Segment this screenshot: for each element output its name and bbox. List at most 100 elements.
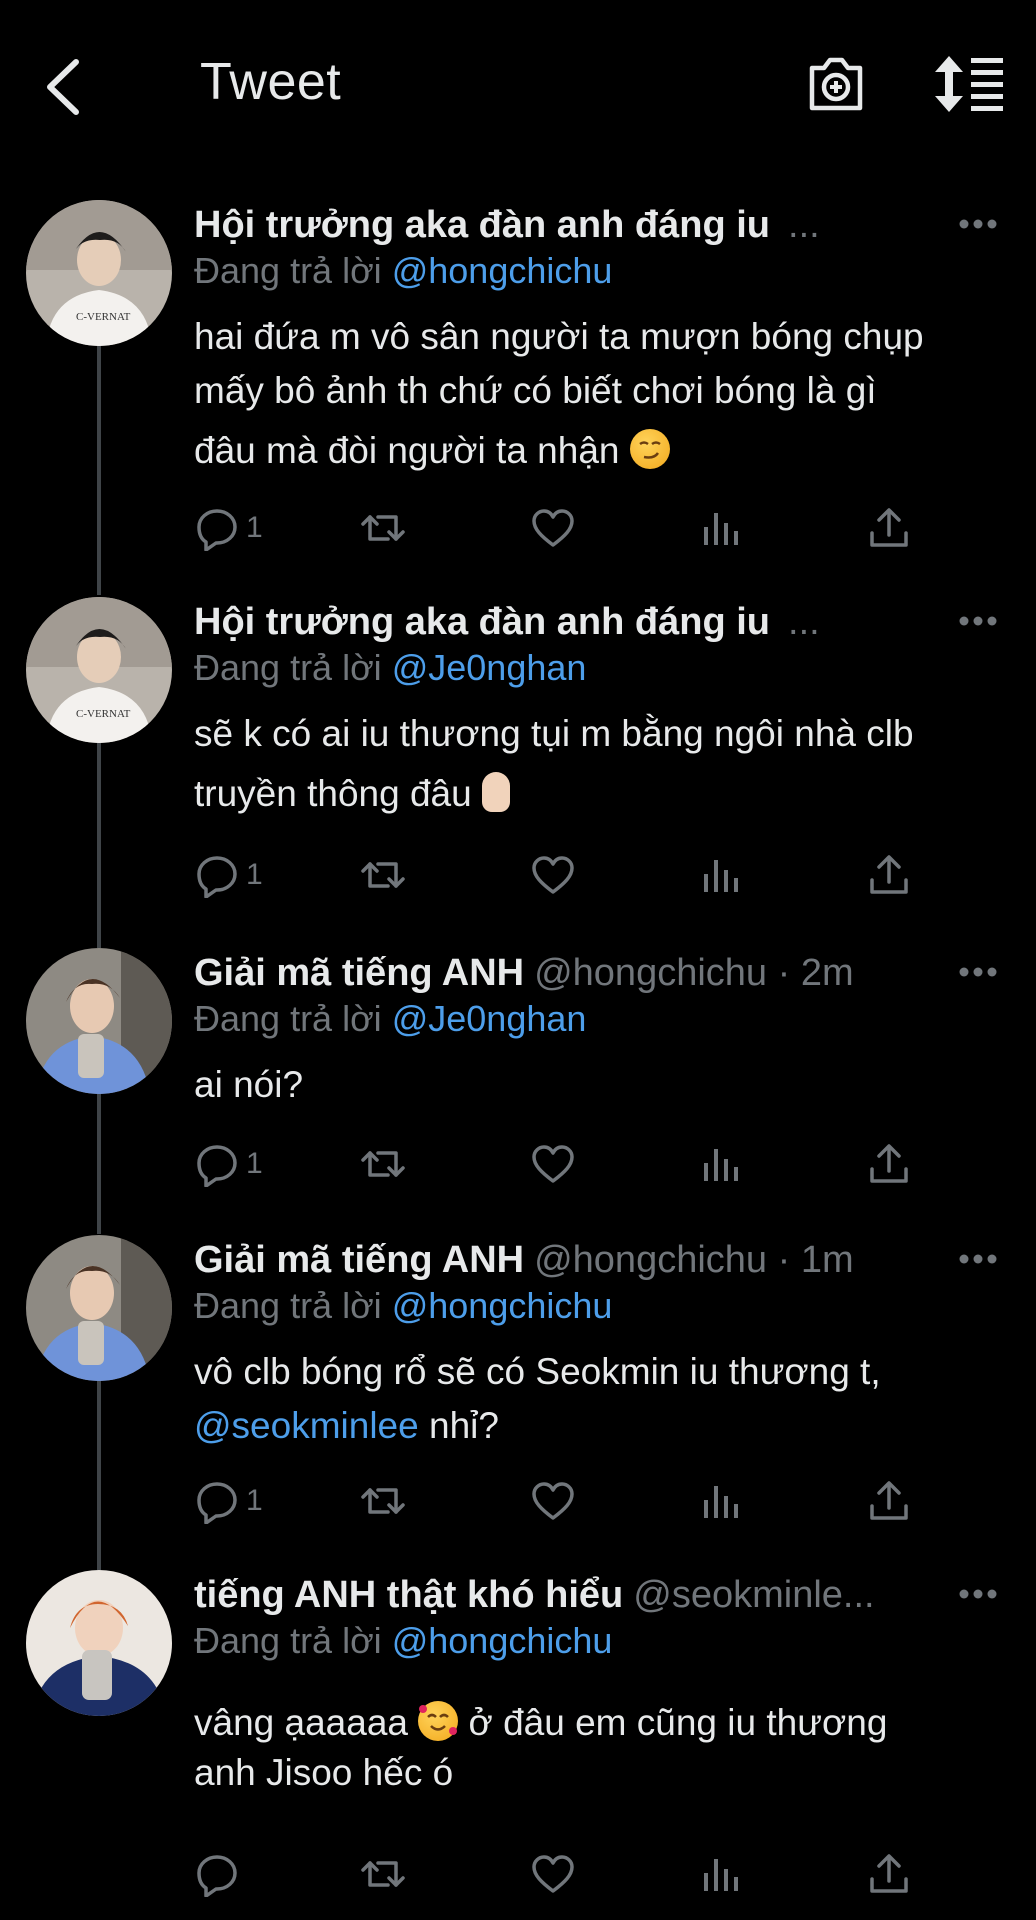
like-icon [532, 1855, 574, 1893]
reply-button[interactable]: 1 [194, 504, 263, 552]
retweet-button[interactable] [360, 1850, 406, 1898]
replying-to: Đang trả lời @Je0nghan [194, 998, 586, 1040]
tweet-text-line: vô clb bóng rổ sẽ có Seokmin iu thương t… [194, 1351, 881, 1392]
tweet-text: hai đứa m vô sân người ta mượn bóng chụp… [194, 310, 994, 478]
more-icon[interactable] [958, 1249, 998, 1269]
truncation-ellipsis: ... [788, 601, 820, 643]
mention-link[interactable]: @hongchichu [392, 1620, 613, 1661]
share-button[interactable] [866, 1477, 912, 1525]
author-name[interactable]: tiếng ANH thật khó hiểu @seokminle... [194, 1570, 875, 1620]
mention-link[interactable]: @hongchichu [392, 1285, 613, 1326]
reply-icon [197, 856, 237, 898]
replying-to: Đang trả lời @Je0nghan [194, 647, 586, 689]
like-icon [532, 1482, 574, 1520]
top-bar: Tweet [0, 0, 1036, 175]
views-button[interactable] [698, 504, 744, 552]
retweet-icon [361, 1861, 405, 1887]
share-icon [870, 855, 908, 894]
like-button[interactable] [530, 1477, 576, 1525]
share-button[interactable] [866, 1140, 912, 1188]
share-icon [870, 1481, 908, 1520]
reply-button[interactable]: 1 [194, 1140, 263, 1188]
replying-to: Đang trả lời @hongchichu [194, 1285, 612, 1327]
share-icon [870, 1144, 908, 1183]
more-icon[interactable] [958, 611, 998, 631]
views-button[interactable] [698, 1477, 744, 1525]
tweet-text: ai nói? [194, 1058, 994, 1112]
avatar[interactable] [26, 1235, 172, 1381]
share-button[interactable] [866, 851, 912, 899]
author-name[interactable]: Hội trưởng aka đàn anh đáng iu... [194, 597, 820, 647]
like-button[interactable] [530, 851, 576, 899]
author-name[interactable]: Hội trưởng aka đàn anh đáng iu... [194, 200, 820, 250]
tweet-actions [194, 1850, 1014, 1898]
avatar[interactable]: C-VERNAT [26, 597, 172, 743]
reply-count: 1 [246, 1147, 263, 1180]
like-icon [532, 1145, 574, 1183]
replying-to-label: Đang trả lời [194, 998, 382, 1039]
page-title: Tweet [200, 53, 342, 111]
reply-button[interactable]: 1 [194, 1477, 263, 1525]
retweet-icon [361, 1151, 405, 1177]
retweet-icon [361, 515, 405, 541]
avatar[interactable] [26, 1570, 172, 1716]
more-icon[interactable] [958, 214, 998, 234]
tweet-text-line: nhỉ? [418, 1405, 499, 1446]
like-icon [532, 509, 574, 547]
share-icon [870, 508, 908, 547]
tweet-text: vâng ạaaaaa ở đâu em cũng iu thương anh … [194, 1698, 994, 1798]
avatar[interactable] [26, 948, 172, 1094]
views-button[interactable] [698, 851, 744, 899]
sort-icon[interactable] [935, 56, 1005, 112]
reply-icon [197, 509, 237, 551]
retweet-button[interactable] [360, 1140, 406, 1188]
author-handle: @hongchichu · 1m [534, 1239, 854, 1281]
like-button[interactable] [530, 1140, 576, 1188]
author-name[interactable]: Giải mã tiếng ANH @hongchichu · 1m [194, 1235, 854, 1285]
mention-link[interactable]: @seokminlee [194, 1405, 419, 1446]
views-icon [704, 513, 738, 545]
author-handle: @hongchichu · 2m [534, 952, 854, 994]
like-button[interactable] [530, 1850, 576, 1898]
tweet-actions: 1 [194, 851, 1014, 899]
reply-button[interactable]: 1 [194, 851, 263, 899]
tweet-text: vô clb bóng rổ sẽ có Seokmin iu thương t… [194, 1345, 994, 1453]
reply-button[interactable] [194, 1850, 246, 1898]
retweet-button[interactable] [360, 504, 406, 552]
more-icon[interactable] [958, 1584, 998, 1604]
like-button[interactable] [530, 504, 576, 552]
replying-to-label: Đang trả lời [194, 1285, 382, 1326]
share-icon [870, 1854, 908, 1893]
back-arrow-icon[interactable] [38, 52, 90, 122]
retweet-button[interactable] [360, 1477, 406, 1525]
tweet-actions: 1 [194, 504, 1014, 552]
views-button[interactable] [698, 1850, 744, 1898]
thread-line [97, 743, 101, 948]
thread-line [97, 1380, 101, 1570]
tweet-text-line: đâu mà đòi người ta nhận [194, 430, 620, 471]
mention-link[interactable]: @Je0nghan [392, 998, 587, 1039]
reply-count: 1 [246, 1484, 263, 1517]
tweet-text-line: mấy bô ảnh th chứ có biết chơi bóng là g… [194, 370, 877, 411]
share-button[interactable] [866, 1850, 912, 1898]
avatar[interactable]: C-VERNAT [26, 200, 172, 346]
more-icon[interactable] [958, 962, 998, 982]
mention-link[interactable]: @hongchichu [392, 250, 613, 291]
retweet-icon [361, 862, 405, 888]
display-name: Giải mã tiếng ANH [194, 1239, 525, 1281]
replying-to-label: Đang trả lời [194, 647, 382, 688]
tweet-text-line: hai đứa m vô sân người ta mượn bóng chụp [194, 316, 924, 357]
display-name: Hội trưởng aka đàn anh đáng iu [194, 601, 771, 643]
views-button[interactable] [698, 1140, 744, 1188]
mention-link[interactable]: @Je0nghan [392, 647, 587, 688]
retweet-icon [361, 1488, 405, 1514]
display-name: Hội trưởng aka đàn anh đáng iu [194, 204, 771, 246]
camera-icon[interactable] [806, 52, 866, 114]
share-button[interactable] [866, 504, 912, 552]
svg-text:C-VERNAT: C-VERNAT [76, 708, 131, 720]
views-icon [704, 1149, 738, 1181]
tweet-text-line: ai nói? [194, 1064, 304, 1105]
retweet-button[interactable] [360, 851, 406, 899]
display-name: tiếng ANH thật khó hiểu [194, 1574, 624, 1616]
author-name[interactable]: Giải mã tiếng ANH @hongchichu · 2m [194, 948, 854, 998]
